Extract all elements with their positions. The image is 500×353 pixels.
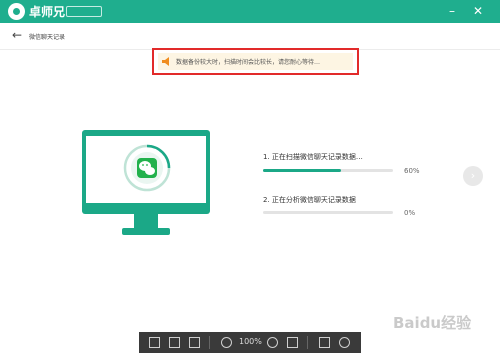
progress-percent: 0% [404,209,416,217]
save-icon[interactable] [149,337,160,348]
sub-header: ← 微信聊天记录 [0,23,500,50]
title-bar: 卓师兄 – ✕ [0,0,500,23]
toolbar-divider [209,336,210,349]
progress-percent: 60% [404,167,420,175]
speaker-icon [162,57,169,66]
image-viewer-toolbar: 100% [139,332,361,353]
share-icon[interactable] [189,337,200,348]
back-arrow-icon[interactable]: ← [12,28,22,42]
progress-fill [263,169,341,172]
app-name: 卓师兄 [29,5,66,19]
zoom-level: 100% [239,337,262,346]
notice-banner: 数据备份较大时，扫描时间会比较长，请您耐心等待… [158,53,353,70]
actual-size-icon[interactable] [287,337,298,348]
progress-track [263,211,393,214]
next-arrow-button[interactable]: › [463,166,483,186]
wechat-scan-icon [123,144,171,192]
task-label: 1. 正在扫描微信聊天记录数据… [263,153,363,161]
crop-icon[interactable] [319,337,330,348]
task-label: 2. 正在分析微信聊天记录数据 [263,196,356,204]
watermark: Baidu经验 [393,314,472,332]
notice-text: 数据备份较大时，扫描时间会比较长，请您耐心等待… [176,59,321,66]
app-badge [66,6,102,17]
copy-icon[interactable] [169,337,180,348]
monitor-stand [134,214,158,228]
zoom-in-icon[interactable] [267,337,278,348]
close-icon[interactable]: ✕ [470,3,486,19]
back-label[interactable]: 微信聊天记录 [29,32,65,41]
rotate-icon[interactable] [339,337,350,348]
minimize-icon[interactable]: – [444,3,460,19]
toolbar-divider [307,336,308,349]
app-logo-icon [8,3,25,20]
progress-track [263,169,393,172]
monitor-base [122,228,170,235]
zoom-out-icon[interactable] [221,337,232,348]
